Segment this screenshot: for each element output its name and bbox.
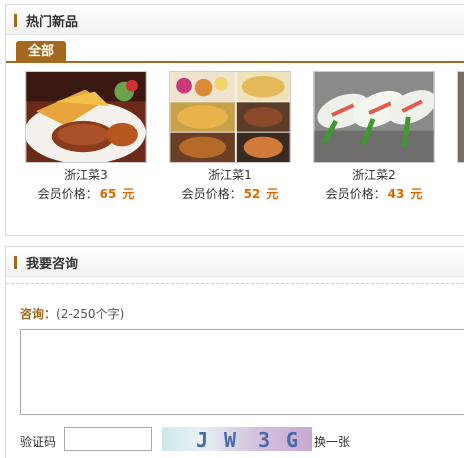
- price-amount: 52: [243, 187, 261, 201]
- tab-all[interactable]: 全部: [16, 41, 66, 63]
- hot-products-panel: 热门新品 全部 浙江菜3 会员价格： 65 元 浙江菜1 会员价格： 52 元 …: [5, 4, 464, 236]
- price-label: 会员价格：: [37, 187, 98, 201]
- captcha-char: J: [196, 428, 209, 451]
- panel-title: 我要咨询: [26, 257, 79, 272]
- price-amount: 43: [387, 187, 405, 201]
- price-label: 会员价格：: [181, 187, 242, 201]
- product-image[interactable]: [169, 71, 291, 163]
- product-card[interactable]: 浙江菜2 会员价格： 43 元: [313, 71, 435, 202]
- product-name[interactable]: 浙江菜3: [25, 167, 147, 183]
- category-tabs: 全部: [6, 41, 464, 63]
- consult-label: 咨询：(2-250个字): [20, 305, 124, 322]
- consult-hint: (2-250个字): [56, 307, 125, 321]
- panel-title: 热门新品: [26, 15, 79, 30]
- product-list: 浙江菜3 会员价格： 65 元 浙江菜1 会员价格： 52 元 浙江菜2 会员价…: [6, 71, 464, 211]
- product-card-partial[interactable]: [457, 71, 464, 163]
- consult-textarea[interactable]: [20, 329, 464, 415]
- price-currency: 元: [266, 187, 279, 201]
- product-card[interactable]: 浙江菜3 会员价格： 65 元: [25, 71, 147, 202]
- product-image[interactable]: [313, 71, 435, 163]
- captcha-image[interactable]: J W 3 G: [162, 427, 312, 451]
- product-image[interactable]: [25, 71, 147, 163]
- captcha-input[interactable]: [64, 427, 152, 451]
- header-accent-bar: [14, 14, 17, 27]
- price-amount: 65: [99, 187, 117, 201]
- panel-header: 我要咨询: [6, 247, 464, 277]
- product-price: 会员价格： 65 元: [25, 186, 147, 202]
- captcha-label: 验证码: [20, 435, 57, 449]
- product-price: 会员价格： 52 元: [169, 186, 291, 202]
- captcha-char: 3: [258, 428, 271, 451]
- price-label: 会员价格：: [325, 187, 386, 201]
- captcha-char: W: [224, 428, 237, 451]
- consult-label-text: 咨询：: [20, 307, 57, 321]
- header-accent-bar: [14, 256, 17, 269]
- panel-header: 热门新品: [6, 5, 464, 35]
- product-card[interactable]: 浙江菜1 会员价格： 52 元: [169, 71, 291, 202]
- price-currency: 元: [410, 187, 423, 201]
- product-name[interactable]: 浙江菜1: [169, 167, 291, 183]
- product-name[interactable]: 浙江菜2: [313, 167, 435, 183]
- divider: [6, 283, 464, 284]
- consult-panel: 我要咨询 咨询：(2-250个字) 验证码 J W 3 G 换一张: [5, 246, 464, 458]
- product-price: 会员价格： 43 元: [313, 186, 435, 202]
- price-currency: 元: [122, 187, 135, 201]
- captcha-refresh-link[interactable]: 换一张: [314, 433, 350, 450]
- captcha-char: G: [286, 428, 299, 451]
